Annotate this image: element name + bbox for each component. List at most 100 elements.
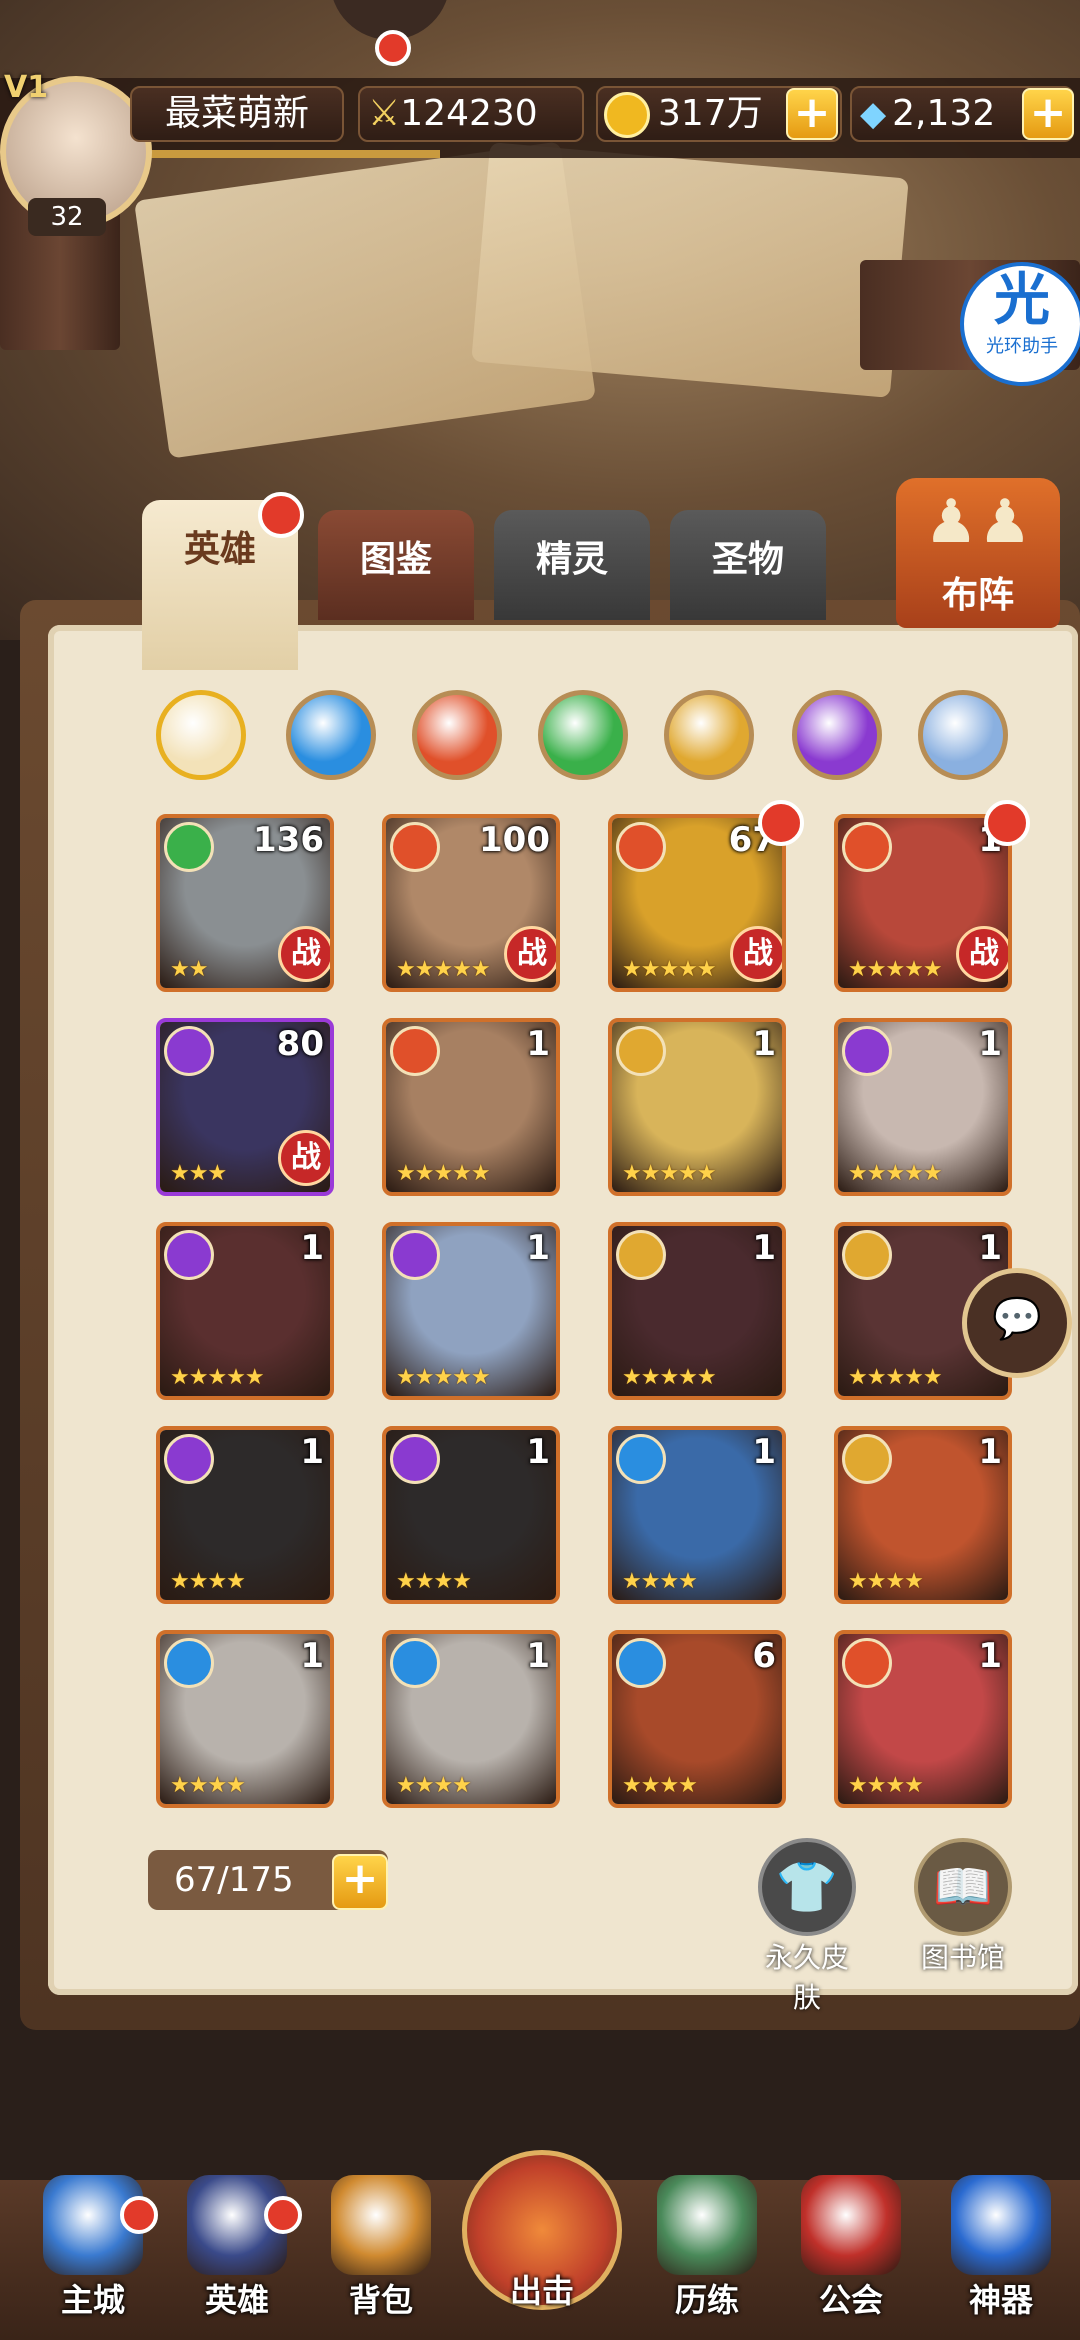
hero-card[interactable]: 1 ★★★★ — [834, 1630, 1012, 1808]
hero-card[interactable]: 1 ★★★★★ — [382, 1018, 560, 1196]
hero-level: 1 — [752, 1432, 776, 1472]
nav-label: 公会 — [818, 2281, 883, 2319]
nav-label: 神器 — [968, 2281, 1033, 2319]
hero-card[interactable]: 6 ★★★★ — [608, 1630, 786, 1808]
dark-icon[interactable] — [792, 690, 882, 780]
hero-card[interactable]: 1 ★★★★★ 战 — [834, 814, 1012, 992]
nav-label: 英雄 — [204, 2281, 269, 2319]
player-name[interactable]: 最菜萌新 — [130, 86, 344, 142]
chess-pieces-icon: ♟♟ — [924, 487, 1032, 557]
dark-element-icon — [390, 1434, 440, 1484]
formation-button[interactable]: ♟♟ 布阵 — [896, 478, 1060, 628]
hero-level: 1 — [526, 1024, 550, 1064]
permanent-skins-button[interactable]: 👕 永久皮肤 — [752, 1838, 862, 2016]
assistant-label: 光环助手 — [986, 336, 1058, 357]
hero-level: 6 — [752, 1636, 776, 1676]
hero-card[interactable]: 100 ★★★★★ 战 — [382, 814, 560, 992]
hero-card[interactable]: 136 ★★ 战 — [156, 814, 334, 992]
hero-level: 1 — [978, 1432, 1002, 1472]
hero-card[interactable]: 1 ★★★★ — [608, 1426, 786, 1604]
hero-card[interactable]: 1 ★★★★★ — [382, 1222, 560, 1400]
add-gold-button[interactable]: + — [786, 88, 838, 140]
hero-card[interactable]: 67 ★★★★★ 战 — [608, 814, 786, 992]
hero-card[interactable]: 1 ★★★★★ — [608, 1018, 786, 1196]
hero-card[interactable]: 1 ★★★★ — [834, 1426, 1012, 1604]
gem-value: 2,132 — [892, 93, 996, 134]
hero-stars: ★★★ — [170, 1161, 227, 1186]
water-element-icon — [164, 1638, 214, 1688]
hero-stars: ★★★★ — [170, 1569, 246, 1594]
notification-dot — [758, 800, 804, 846]
in-battle-badge: 战 — [278, 1130, 330, 1186]
wind-icon[interactable] — [538, 690, 628, 780]
hero-stars: ★★★★★ — [848, 957, 943, 982]
hero-card[interactable]: 1 ★★★★ — [382, 1630, 560, 1808]
hero-stars: ★★★★★ — [396, 1161, 491, 1186]
dark-element-icon — [164, 1434, 214, 1484]
hero-card[interactable]: 1 ★★★★ — [382, 1426, 560, 1604]
nav-item[interactable]: 公会 — [786, 2175, 916, 2340]
halo-assistant-button[interactable]: 光 光环助手 — [960, 262, 1080, 386]
chat-button[interactable]: 💬 — [962, 1268, 1072, 1378]
hero-card[interactable]: 1 ★★★★ — [156, 1630, 334, 1808]
hero-level: 1 — [978, 1636, 1002, 1676]
nav-item[interactable]: 神器 — [936, 2175, 1066, 2340]
nav-item[interactable]: 历练 — [642, 2175, 772, 2340]
in-battle-badge: 战 — [278, 926, 330, 982]
hero-stars: ★★★★★ — [848, 1365, 943, 1390]
dark-element-icon — [842, 1026, 892, 1076]
hero-stars: ★★★★★ — [622, 1161, 717, 1186]
in-battle-badge: 战 — [504, 926, 556, 982]
library-label: 图书馆 — [920, 1941, 1005, 1974]
water-element-icon — [616, 1638, 666, 1688]
shirt-icon: 👕 — [758, 1838, 856, 1936]
notification-dot — [258, 492, 304, 538]
notification-dot — [984, 800, 1030, 846]
hero-stars: ★★★★ — [848, 1773, 924, 1798]
light-icon[interactable] — [664, 690, 754, 780]
void-icon[interactable] — [918, 690, 1008, 780]
in-battle-badge: 战 — [730, 926, 782, 982]
library-button[interactable]: 📖 图书馆 — [908, 1838, 1018, 1976]
add-gems-button[interactable]: + — [1022, 88, 1074, 140]
water-element-icon — [616, 1434, 666, 1484]
water-element-icon — [390, 1638, 440, 1688]
tab-spirits[interactable]: 精灵 — [494, 510, 650, 620]
expand-capacity-button[interactable]: + — [332, 1854, 388, 1910]
crossed-swords-icon: ⚔ — [368, 93, 401, 134]
hero-level: 1 — [300, 1636, 324, 1676]
open-book-icon: 📖 — [914, 1838, 1012, 1936]
fire-element-icon — [390, 1026, 440, 1076]
nav-label: 主城 — [60, 2281, 125, 2319]
fire-element-icon — [842, 822, 892, 872]
all-icon[interactable] — [156, 690, 246, 780]
hero-card[interactable]: 1 ★★★★★ — [608, 1222, 786, 1400]
hero-stars: ★★★★★ — [396, 1365, 491, 1390]
hero-card[interactable]: 80 ★★★ 战 — [156, 1018, 334, 1196]
skins-label: 永久皮肤 — [764, 1941, 849, 2014]
hero-stars: ★★★★★ — [396, 957, 491, 982]
assistant-badge: 光 — [994, 268, 1050, 333]
light-element-icon — [616, 1026, 666, 1076]
tab-relics[interactable]: 圣物 — [670, 510, 826, 620]
power-display: ⚔124230 — [358, 86, 584, 142]
gold-coin-icon — [604, 92, 650, 138]
power-value: 124230 — [400, 93, 538, 134]
nav-label: 历练 — [674, 2281, 739, 2319]
hero-stars: ★★★★★ — [622, 957, 717, 982]
fire-element-icon — [842, 1638, 892, 1688]
hero-card[interactable]: 1 ★★★★★ — [834, 1018, 1012, 1196]
gem-crest-icon — [657, 2175, 757, 2275]
hero-level: 1 — [526, 1228, 550, 1268]
water-icon[interactable] — [286, 690, 376, 780]
nav-item[interactable]: 出击 — [462, 2150, 622, 2315]
hero-stars: ★★★★ — [396, 1569, 472, 1594]
hero-card[interactable]: 1 ★★★★ — [156, 1426, 334, 1604]
nav-item[interactable]: 背包 — [316, 2175, 446, 2340]
hero-card[interactable]: 1 ★★★★★ — [156, 1222, 334, 1400]
vip-label: V1 — [4, 70, 49, 105]
tab-codex[interactable]: 图鉴 — [318, 510, 474, 620]
nav-label: 背包 — [348, 2281, 413, 2319]
fire-icon[interactable] — [412, 690, 502, 780]
hero-stars: ★★ — [170, 957, 208, 982]
